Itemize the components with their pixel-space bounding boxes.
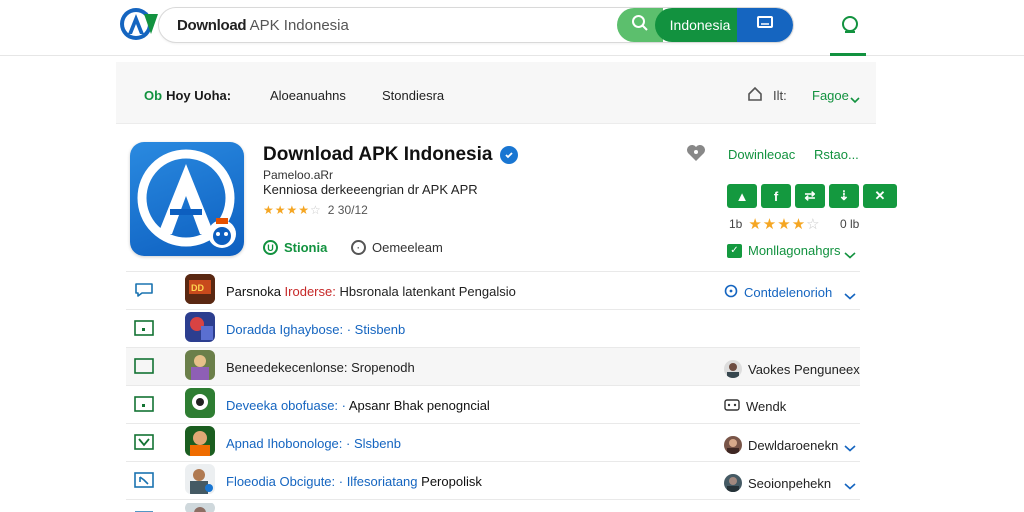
list-item-text: Deveeka obofuase: · Apsanr Bhak penognci… xyxy=(226,398,490,413)
chat-icon xyxy=(134,282,154,303)
share-button-3[interactable]: ⇄ xyxy=(795,184,825,208)
list-item-meta[interactable]: Dewldaroenekn xyxy=(724,436,838,454)
user-icon xyxy=(841,15,861,40)
search-icon xyxy=(631,14,649,37)
app-thumbnail xyxy=(185,502,215,512)
list-item-text: Doradda Ighaybose: · Stisbenb xyxy=(226,322,406,337)
square-dot-icon xyxy=(134,396,154,417)
app-thumbnail xyxy=(185,388,215,418)
rating-stars: ★★★★☆ xyxy=(263,203,322,217)
share-buttons: ▲ f ⇄ ⇣ ✕ xyxy=(727,184,897,208)
rating-text: 2 30/12 xyxy=(327,203,368,217)
info-icon xyxy=(724,284,738,301)
list-item-meta[interactable]: Seoionpehekn xyxy=(724,474,831,492)
app-thumbnail xyxy=(185,312,215,342)
list-item-partial xyxy=(126,499,860,512)
list-item-text: Floeodia Obcigute: · Ilfesoriatang Perop… xyxy=(226,474,482,489)
nav-item-2[interactable]: Aloeanuahns xyxy=(270,88,346,103)
message-button[interactable] xyxy=(737,8,793,42)
check-icon: ✓ xyxy=(727,243,742,258)
language-selector[interactable]: Ilt: xyxy=(773,88,787,103)
app-developer[interactable]: Pameloo.aRr xyxy=(263,168,333,182)
list-item-meta[interactable]: Contdelenorioh xyxy=(724,284,832,301)
top-bar: Download APK Indonesia Indonesia xyxy=(0,0,1024,56)
nav-home-link[interactable]: Ob Hoy Uoha: xyxy=(144,88,231,103)
list-item-text: Parsnoka Iroderse: Hbsronala latenkant P… xyxy=(226,284,516,299)
home-icon[interactable] xyxy=(747,86,763,107)
sub-navigation: Ob Hoy Uoha: Aloeanuahns Stondiesra Ilt: … xyxy=(116,62,876,124)
list-item[interactable]: Deveeka obofuase: · Apsanr Bhak penognci… xyxy=(126,385,860,423)
svg-text:DD: DD xyxy=(191,283,204,293)
facebook-share-button[interactable]: f xyxy=(761,184,791,208)
list-item-meta[interactable]: Wendk xyxy=(724,398,786,415)
app-thumbnail xyxy=(185,350,215,380)
app-thumbnail xyxy=(185,464,215,494)
avatar xyxy=(724,436,742,454)
verified-icon xyxy=(500,146,519,164)
chevron-down-icon[interactable] xyxy=(844,477,856,495)
share-button-5[interactable]: ✕ xyxy=(863,184,897,208)
app-tag-primary[interactable]: U Stionia xyxy=(263,240,327,255)
square-icon xyxy=(134,358,154,379)
region-button[interactable]: Indonesia xyxy=(655,8,745,42)
app-thumbnail: DD xyxy=(185,274,215,304)
page-dropdown[interactable]: Fagoe xyxy=(812,88,849,103)
chevron-down-icon[interactable] xyxy=(844,287,856,305)
app-title: Download APK Indonesia xyxy=(263,144,493,165)
app-icon xyxy=(130,142,244,256)
chevron-down-icon[interactable] xyxy=(850,91,860,109)
user-button[interactable] xyxy=(836,12,866,42)
share-button-1[interactable]: ▲ xyxy=(727,184,757,208)
app-tag-secondary[interactable]: · Oemeeleam xyxy=(351,240,443,255)
chevron-down-icon[interactable] xyxy=(844,246,856,264)
app-description: Kenniosa derkeeengrian dr APK APR xyxy=(263,182,478,197)
avatar xyxy=(724,360,742,378)
side-rating: 1b ★★★★☆ xyxy=(729,215,821,233)
square-icon xyxy=(134,506,154,512)
badge-icon: U xyxy=(263,240,278,255)
list-item[interactable]: Doradda Ighaybose: · Stisbenb xyxy=(126,309,860,347)
list-item[interactable]: Apnad Ihobonologe: · Slsbenb Dewldaroene… xyxy=(126,423,860,461)
square-dot-icon xyxy=(134,320,154,341)
download-link[interactable]: Dowinleoac xyxy=(728,147,795,162)
chevron-down-icon[interactable] xyxy=(844,439,856,457)
side-rating-prefix: 1b xyxy=(729,217,743,231)
avatar xyxy=(724,474,742,492)
app-thumbnail xyxy=(185,426,215,456)
search-bar[interactable]: Download APK Indonesia Indonesia xyxy=(158,7,794,43)
app-title-row: Download APK Indonesia xyxy=(263,144,519,166)
list-item[interactable]: Floeodia Obcigute: · Ilfesoriatang Perop… xyxy=(126,461,860,499)
arrow-square-icon xyxy=(134,472,154,493)
list-item[interactable]: Beneedekecenlonse: Sropenodh Vaokes Peng… xyxy=(126,347,860,385)
share-button-4[interactable]: ⇣ xyxy=(829,184,859,208)
search-input[interactable]: Download APK Indonesia xyxy=(177,17,349,34)
gamepad-icon xyxy=(724,398,740,415)
clock-icon: · xyxy=(351,240,366,255)
active-underline xyxy=(830,53,866,56)
side-status[interactable]: ✓ Monllagonahgrs xyxy=(727,243,841,258)
list-item-text: Beneedekecenlonse: Sropenodh xyxy=(226,360,415,375)
side-rating-stars: ★★★★☆ xyxy=(748,216,821,233)
nav-item-3[interactable]: Stondiesra xyxy=(382,88,444,103)
side-rating-count: 0 lb xyxy=(840,217,860,231)
check-square-icon xyxy=(134,434,154,455)
app-rating: ★★★★☆ 2 30/12 xyxy=(263,203,368,217)
site-logo[interactable] xyxy=(118,6,162,42)
list-item-text: Apnad Ihobonologe: · Slsbenb xyxy=(226,436,401,451)
more-link[interactable]: Rstao... xyxy=(814,147,859,162)
list-item[interactable]: DD Parsnoka Iroderse: Hbsronala latenkan… xyxy=(126,271,860,309)
list-item-meta[interactable]: Vaokes Penguneex xyxy=(724,360,860,378)
favorite-icon[interactable] xyxy=(686,144,706,167)
message-icon xyxy=(757,15,773,35)
